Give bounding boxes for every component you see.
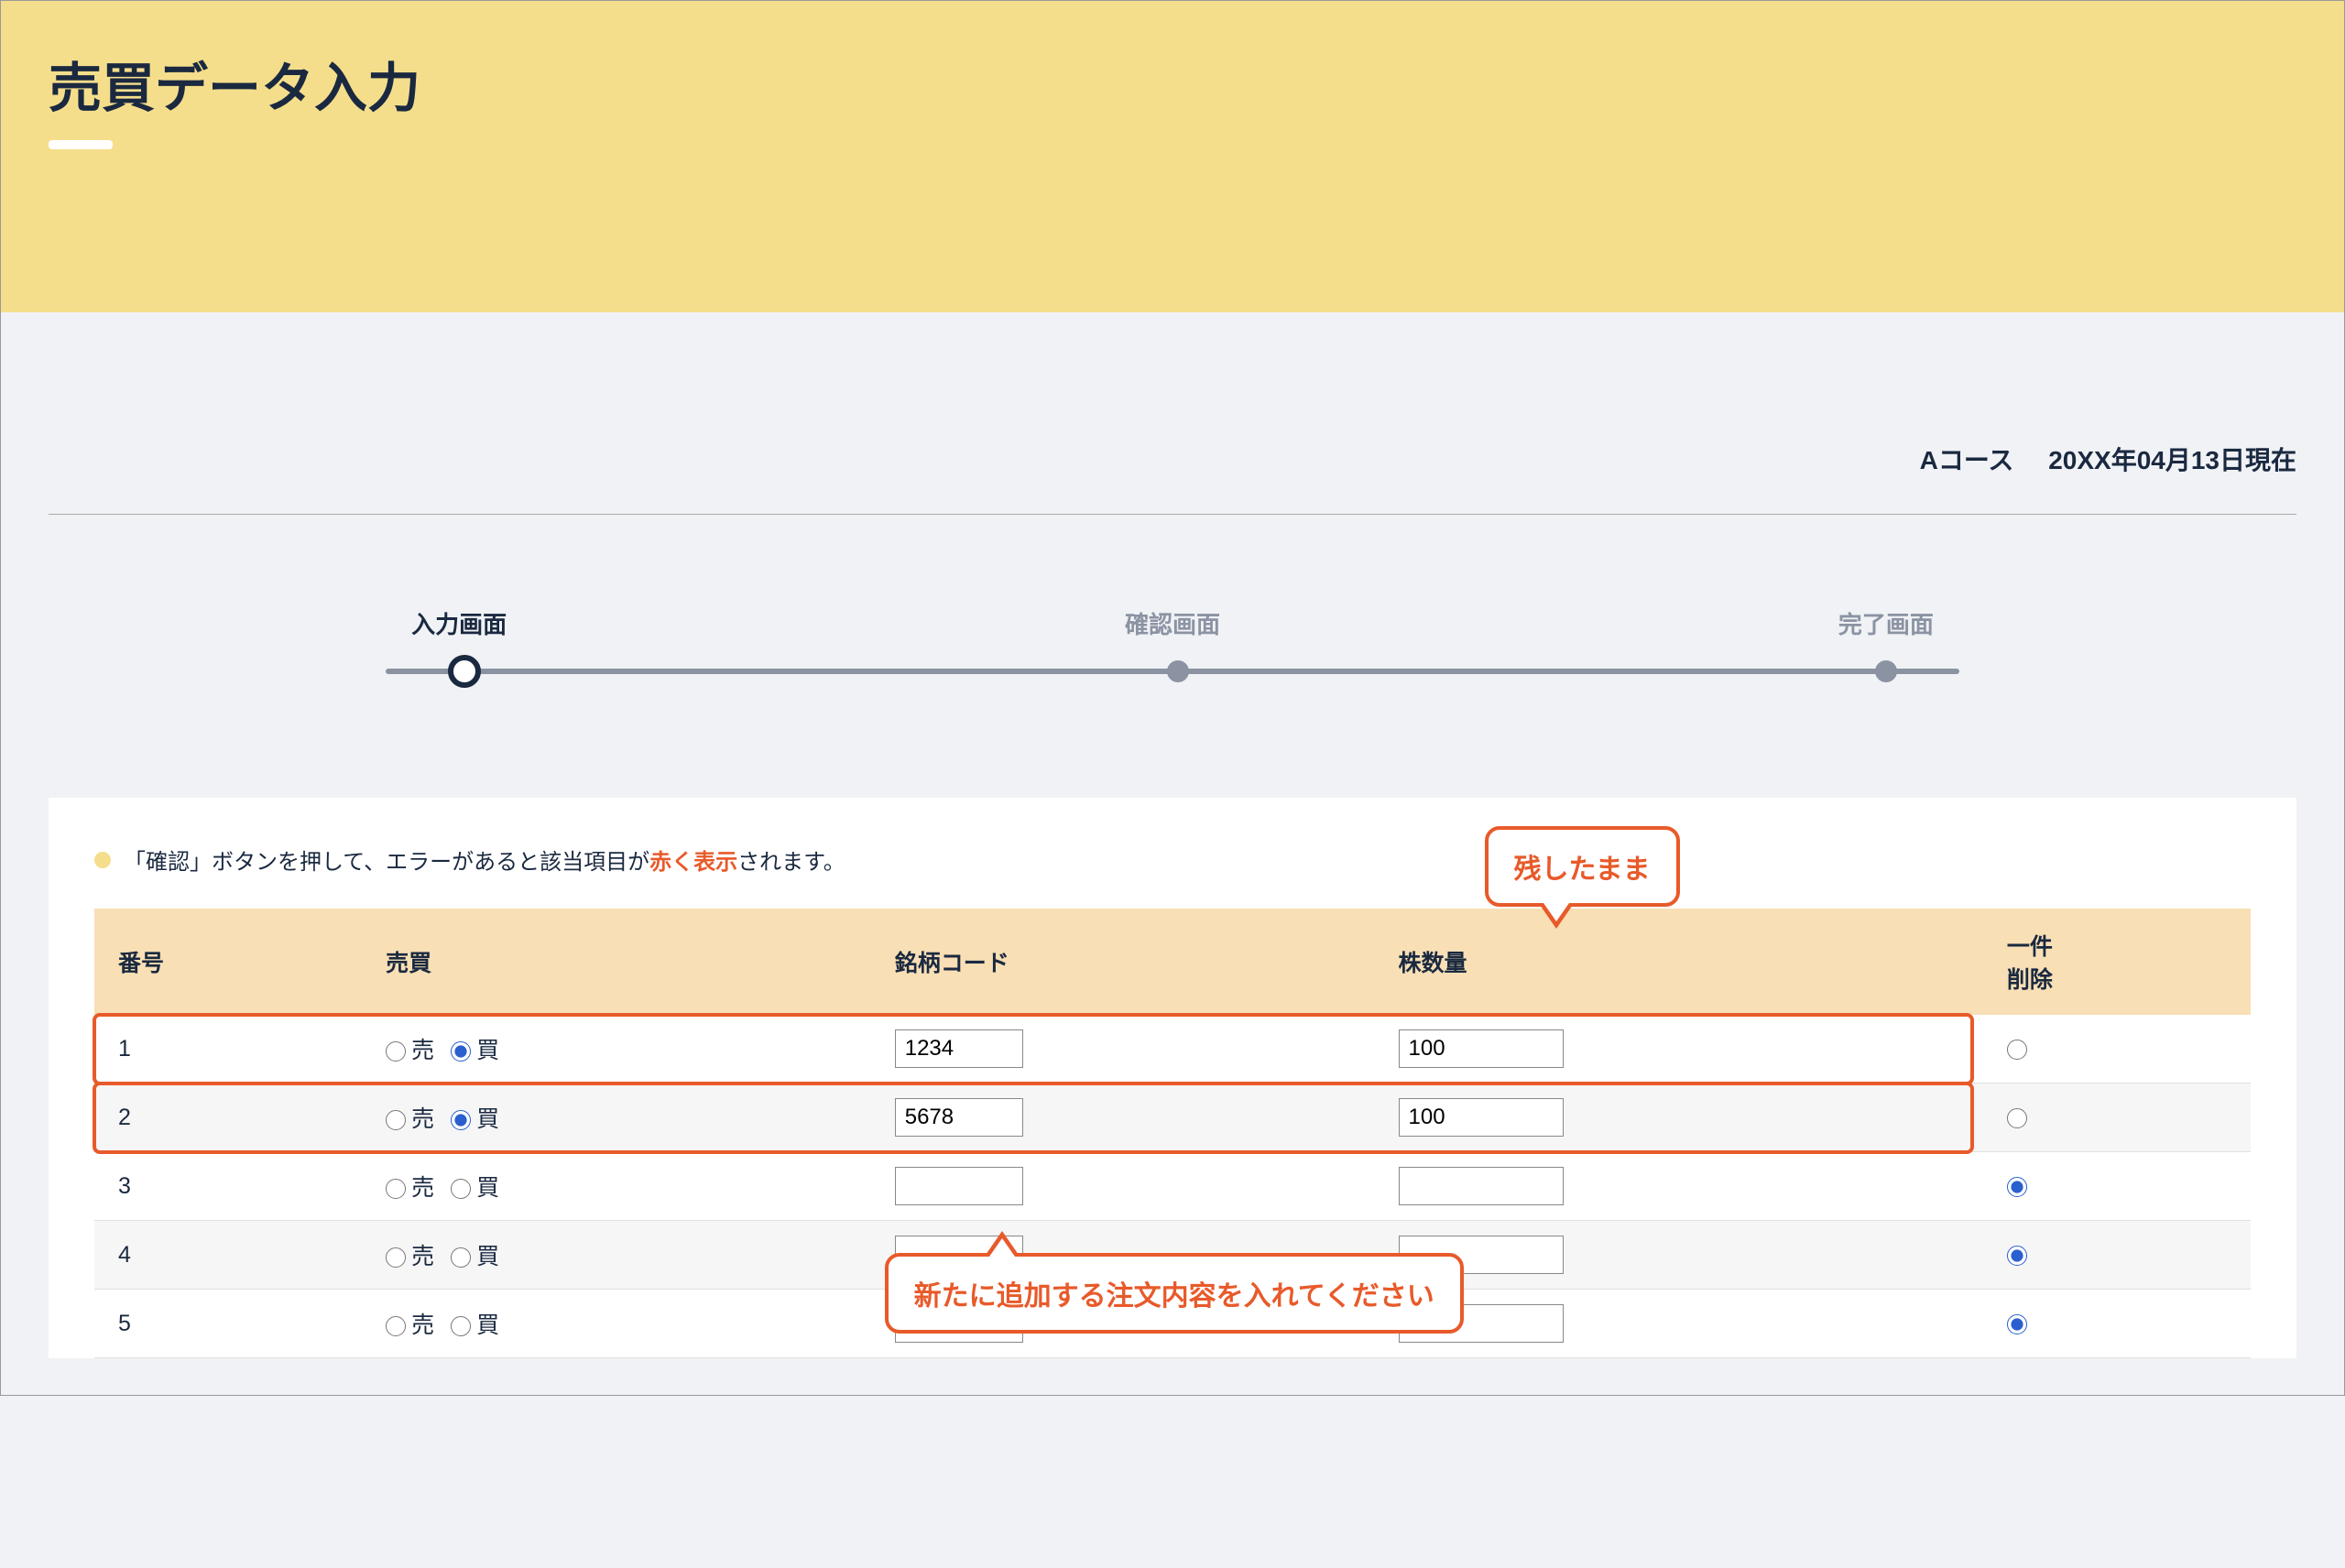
sell-radio[interactable] [386,1247,406,1268]
qty-cell [1375,1015,1983,1083]
delete-radio[interactable] [2007,1177,2027,1197]
row-number: 2 [94,1083,362,1152]
side-cell: 売買 [362,1290,871,1358]
table-row: 2売買 [94,1083,2251,1152]
code-input[interactable] [895,1029,1023,1068]
delete-cell [1983,1083,2251,1152]
context-info: Aコース 20XX年04月13日現在 [49,441,2296,477]
hint-red: 赤く表示 [649,844,737,876]
col-header-qty: 株数量 [1375,909,1983,1015]
code-input[interactable] [895,1167,1023,1205]
col-header-code: 銘柄コード [871,909,1375,1015]
step-dot-confirm [1167,660,1189,682]
code-cell [871,1083,1375,1152]
qty-cell [1375,1152,1983,1221]
step-label-confirm: 確認画面 [1099,606,1246,640]
step-label-complete: 完了画面 [1813,606,1959,640]
callout-keep-tail-icon [1540,905,1573,929]
callout-keep: 残したまま [1485,826,1680,907]
buy-label: 買 [476,1038,499,1063]
delete-cell [1983,1290,2251,1358]
hint-post: されます。 [737,844,845,876]
hint-bullet-icon [94,852,111,868]
qty-input[interactable] [1399,1167,1564,1205]
code-cell [871,1015,1375,1083]
buy-label: 買 [476,1244,499,1269]
sell-radio[interactable] [386,1110,406,1130]
row-number: 1 [94,1015,362,1083]
page-title: 売買データ入力 [49,45,2296,122]
row-number: 3 [94,1152,362,1221]
order-form-card: 「確認」ボタンを押して、エラーがあると該当項目が 赤く表示 されます。 番号 売… [49,798,2296,1358]
code-cell [871,1152,1375,1221]
qty-input[interactable] [1399,1029,1564,1068]
sell-label: 売 [411,1312,434,1338]
buy-label: 買 [476,1175,499,1201]
delete-radio[interactable] [2007,1246,2027,1266]
buy-radio[interactable] [451,1179,471,1199]
course-label: Aコース [1920,446,2014,474]
buy-radio[interactable] [451,1316,471,1336]
side-cell: 売買 [362,1221,871,1290]
asof-label: 20XX年04月13日現在 [2048,446,2296,474]
page-hero: 売買データ入力 [1,1,2344,312]
orders-table-wrap: 番号 売買 銘柄コード 株数量 一件 削除 1売買2売買3売買4売買5売買 残し… [94,909,2251,1358]
buy-radio[interactable] [451,1247,471,1268]
qty-cell [1375,1290,1983,1358]
buy-label: 買 [476,1106,499,1132]
error-hint: 「確認」ボタンを押して、エラーがあると該当項目が 赤く表示 されます。 [94,844,2251,876]
col-header-side: 売買 [362,909,871,1015]
sell-radio[interactable] [386,1316,406,1336]
progress-stepper: 入力画面 確認画面 完了画面 [386,606,1959,688]
table-row: 1売買 [94,1015,2251,1083]
callout-add: 新たに追加する注文内容を入れてください [885,1253,1464,1334]
delete-cell [1983,1015,2251,1083]
col-header-no: 番号 [94,909,362,1015]
delete-radio[interactable] [2007,1040,2027,1060]
step-dot-complete [1875,660,1897,682]
sell-radio[interactable] [386,1041,406,1062]
delete-radio[interactable] [2007,1314,2027,1334]
step-dot-input [448,655,481,688]
title-underline [49,140,113,149]
delete-cell [1983,1152,2251,1221]
buy-radio[interactable] [451,1041,471,1062]
qty-cell [1375,1083,1983,1152]
sell-radio[interactable] [386,1179,406,1199]
row-number: 4 [94,1221,362,1290]
qty-input[interactable] [1399,1098,1564,1137]
sell-label: 売 [411,1038,434,1063]
buy-radio[interactable] [451,1110,471,1130]
divider [49,514,2296,515]
callout-add-tail-icon [986,1231,1019,1255]
delete-cell [1983,1221,2251,1290]
side-cell: 売買 [362,1015,871,1083]
sell-label: 売 [411,1106,434,1132]
sell-label: 売 [411,1175,434,1201]
table-row: 3売買 [94,1152,2251,1221]
buy-label: 買 [476,1312,499,1338]
step-label-input: 入力画面 [386,606,532,640]
code-input[interactable] [895,1098,1023,1137]
delete-radio[interactable] [2007,1108,2027,1128]
sell-label: 売 [411,1244,434,1269]
qty-cell [1375,1221,1983,1290]
hint-pre: 「確認」ボタンを押して、エラーがあると該当項目が [124,844,649,876]
row-number: 5 [94,1290,362,1358]
col-header-del: 一件 削除 [1983,909,2251,1015]
side-cell: 売買 [362,1152,871,1221]
side-cell: 売買 [362,1083,871,1152]
